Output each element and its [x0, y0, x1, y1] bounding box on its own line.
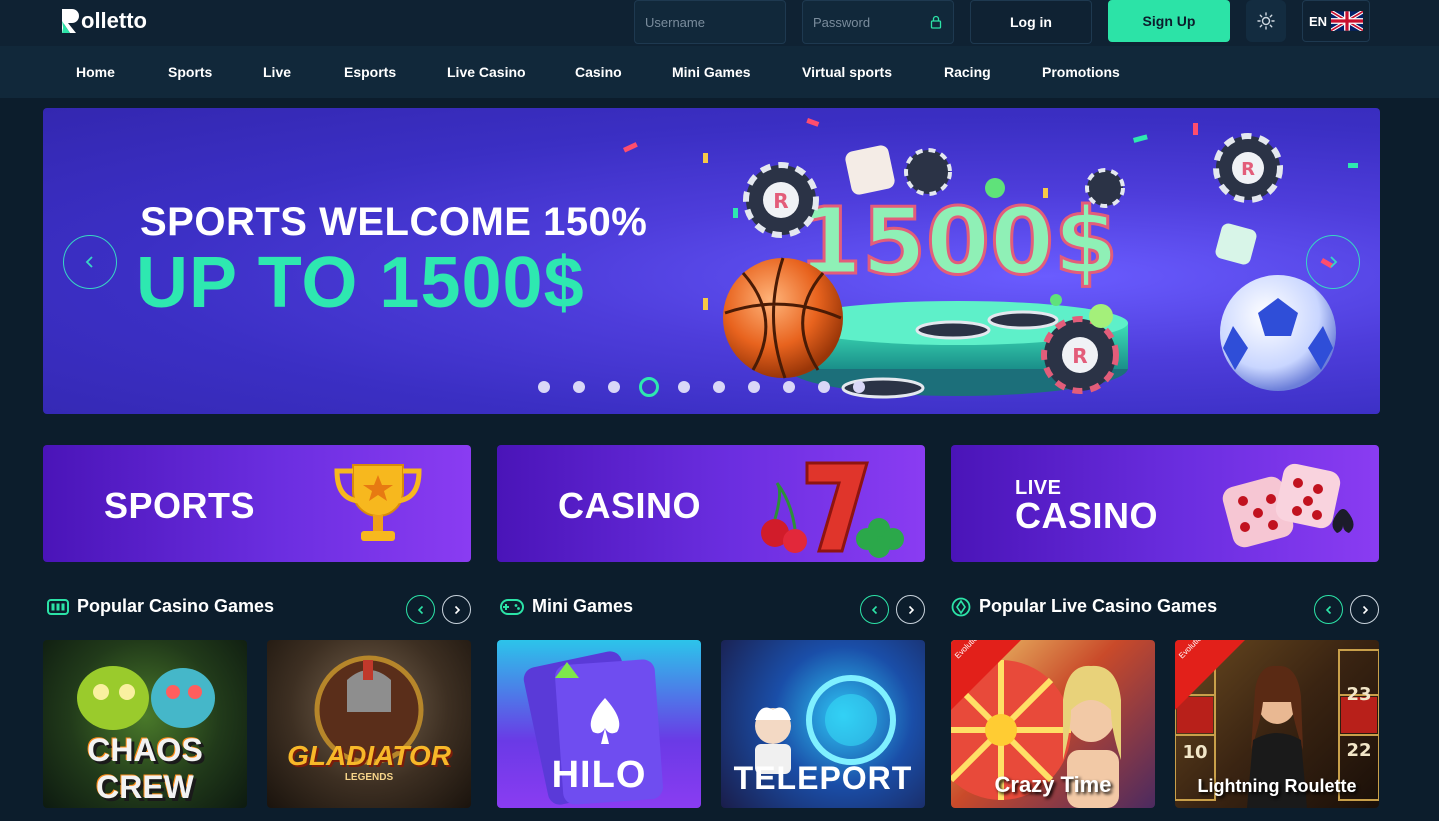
password-input[interactable]	[813, 14, 929, 30]
svg-text:10: 10	[1182, 742, 1207, 763]
logo[interactable]: olletto	[60, 7, 147, 35]
game-title: GLADIATOR	[287, 740, 451, 771]
nav-home[interactable]: Home	[76, 64, 115, 80]
signup-button[interactable]: Sign Up	[1108, 0, 1230, 42]
chevron-left-icon	[871, 605, 877, 614]
slot-machine-icon	[47, 598, 69, 615]
mini-games-next-button[interactable]	[896, 595, 925, 624]
carousel-dot[interactable]	[818, 381, 830, 393]
trophy-icon	[334, 464, 422, 541]
nav-esports[interactable]: Esports	[344, 64, 396, 80]
carousel-dot[interactable]	[573, 381, 585, 393]
svg-text:23: 23	[1346, 684, 1371, 705]
sun-icon	[1257, 12, 1275, 30]
category-label: CASINO	[558, 485, 702, 526]
uk-flag-icon	[1331, 11, 1364, 31]
language-code: EN	[1308, 13, 1328, 29]
section-title-popular-live-casino: Popular Live Casino Games	[951, 596, 1217, 617]
carousel-dot[interactable]	[608, 381, 620, 393]
carousel-dot[interactable]	[678, 381, 690, 393]
category-label: SPORTS	[104, 485, 256, 526]
login-button[interactable]: Log in	[970, 0, 1092, 44]
game-title: HILO	[551, 754, 647, 796]
section-title-text: Popular Casino Games	[77, 596, 275, 616]
main-nav: Home Sports Live Esports Live Casino Cas…	[0, 46, 1439, 98]
chevron-left-icon	[85, 256, 93, 268]
section-title-text: Mini Games	[532, 596, 634, 616]
language-selector[interactable]: EN	[1302, 0, 1370, 42]
username-field[interactable]	[634, 0, 786, 44]
theme-toggle-button[interactable]	[1246, 0, 1286, 42]
carousel-dot-active[interactable]	[639, 377, 659, 397]
category-card-casino[interactable]: CASINO	[497, 445, 925, 562]
slot-seven-icon	[761, 461, 904, 558]
svg-text:R: R	[1072, 344, 1087, 368]
nav-promotions[interactable]: Promotions	[1042, 64, 1120, 80]
carousel-dot[interactable]	[713, 381, 725, 393]
hero-amount-art: 1500$	[798, 188, 1118, 295]
section-title-popular-casino: Popular Casino Games	[47, 596, 274, 617]
username-input[interactable]	[645, 14, 775, 30]
game-tile-gladiator[interactable]: GLADIATOR LEGENDS	[267, 640, 471, 808]
gamepad-icon	[500, 598, 524, 615]
carousel-dot[interactable]	[748, 381, 760, 393]
hero-banner[interactable]: SPORTS WELCOME 150% UP TO 1500$ 1500$ R …	[43, 108, 1380, 414]
popular-casino-next-button[interactable]	[442, 595, 471, 624]
game-tile-crazy-time[interactable]: Evolution Gaming Crazy Time	[951, 640, 1155, 808]
hero-artwork: 1500$ R R R	[723, 133, 1336, 399]
nav-racing[interactable]: Racing	[944, 64, 991, 80]
chevron-right-icon	[454, 605, 460, 614]
popular-casino-prev-button[interactable]	[406, 595, 435, 624]
carousel-dot[interactable]	[783, 381, 795, 393]
game-title: TELEPORT	[733, 760, 913, 796]
carousel-dot[interactable]	[853, 381, 865, 393]
carousel-dots	[538, 376, 888, 398]
mini-games-prev-button[interactable]	[860, 595, 889, 624]
nav-live-casino[interactable]: Live Casino	[447, 64, 526, 80]
dice-icon	[1222, 463, 1354, 548]
chevron-right-icon	[908, 605, 914, 614]
game-tile-teleport[interactable]: TELEPORT	[721, 640, 925, 808]
chevron-right-icon	[1330, 256, 1338, 268]
logo-r-icon	[62, 9, 79, 33]
roulette-icon	[951, 597, 971, 616]
password-field[interactable]	[802, 0, 954, 44]
game-tile-chaos-crew[interactable]: CHAOS CREW	[43, 640, 247, 808]
page: olletto Log in Sign Up	[0, 0, 1439, 821]
nav-sports[interactable]: Sports	[168, 64, 212, 80]
hero-next-button[interactable]	[1306, 235, 1360, 289]
game-tile-hilo[interactable]: HILO	[497, 640, 701, 808]
game-tile-lightning-roulette[interactable]: 10 23 22 Evolution Gaming Lightning Roul…	[1175, 640, 1379, 808]
hero-headline: SPORTS WELCOME 150%	[140, 200, 648, 244]
section-title-mini-games: Mini Games	[500, 596, 633, 617]
category-card-sports[interactable]: SPORTS	[43, 445, 471, 562]
hero-offer: UP TO 1500$	[136, 243, 585, 323]
lock-icon	[930, 15, 942, 29]
live-casino-prev-button[interactable]	[1314, 595, 1343, 624]
category-label: CASINO	[1015, 495, 1159, 536]
nav-casino[interactable]: Casino	[575, 64, 622, 80]
section-title-text: Popular Live Casino Games	[979, 596, 1218, 616]
category-card-live-casino[interactable]: LIVE CASINO	[951, 445, 1379, 562]
top-bar: olletto Log in Sign Up	[0, 0, 1439, 46]
svg-text:R: R	[773, 189, 788, 213]
live-casino-next-button[interactable]	[1350, 595, 1379, 624]
svg-text:22: 22	[1346, 740, 1371, 761]
game-subtitle: LEGENDS	[344, 772, 394, 783]
chevron-right-icon	[1362, 605, 1368, 614]
nav-live[interactable]: Live	[263, 64, 291, 80]
nav-mini-games[interactable]: Mini Games	[672, 64, 751, 80]
chevron-left-icon	[417, 605, 423, 614]
nav-virtual-sports[interactable]: Virtual sports	[802, 64, 892, 80]
svg-text:R: R	[1241, 159, 1255, 180]
game-title: Lightning Roulette	[1197, 776, 1357, 796]
game-title: Crazy Time	[994, 772, 1112, 797]
logo-text: olletto	[81, 8, 147, 33]
hero-prev-button[interactable]	[63, 235, 117, 289]
chevron-left-icon	[1325, 605, 1331, 614]
carousel-dot[interactable]	[538, 381, 550, 393]
game-title: CHAOS CREW	[87, 732, 203, 805]
